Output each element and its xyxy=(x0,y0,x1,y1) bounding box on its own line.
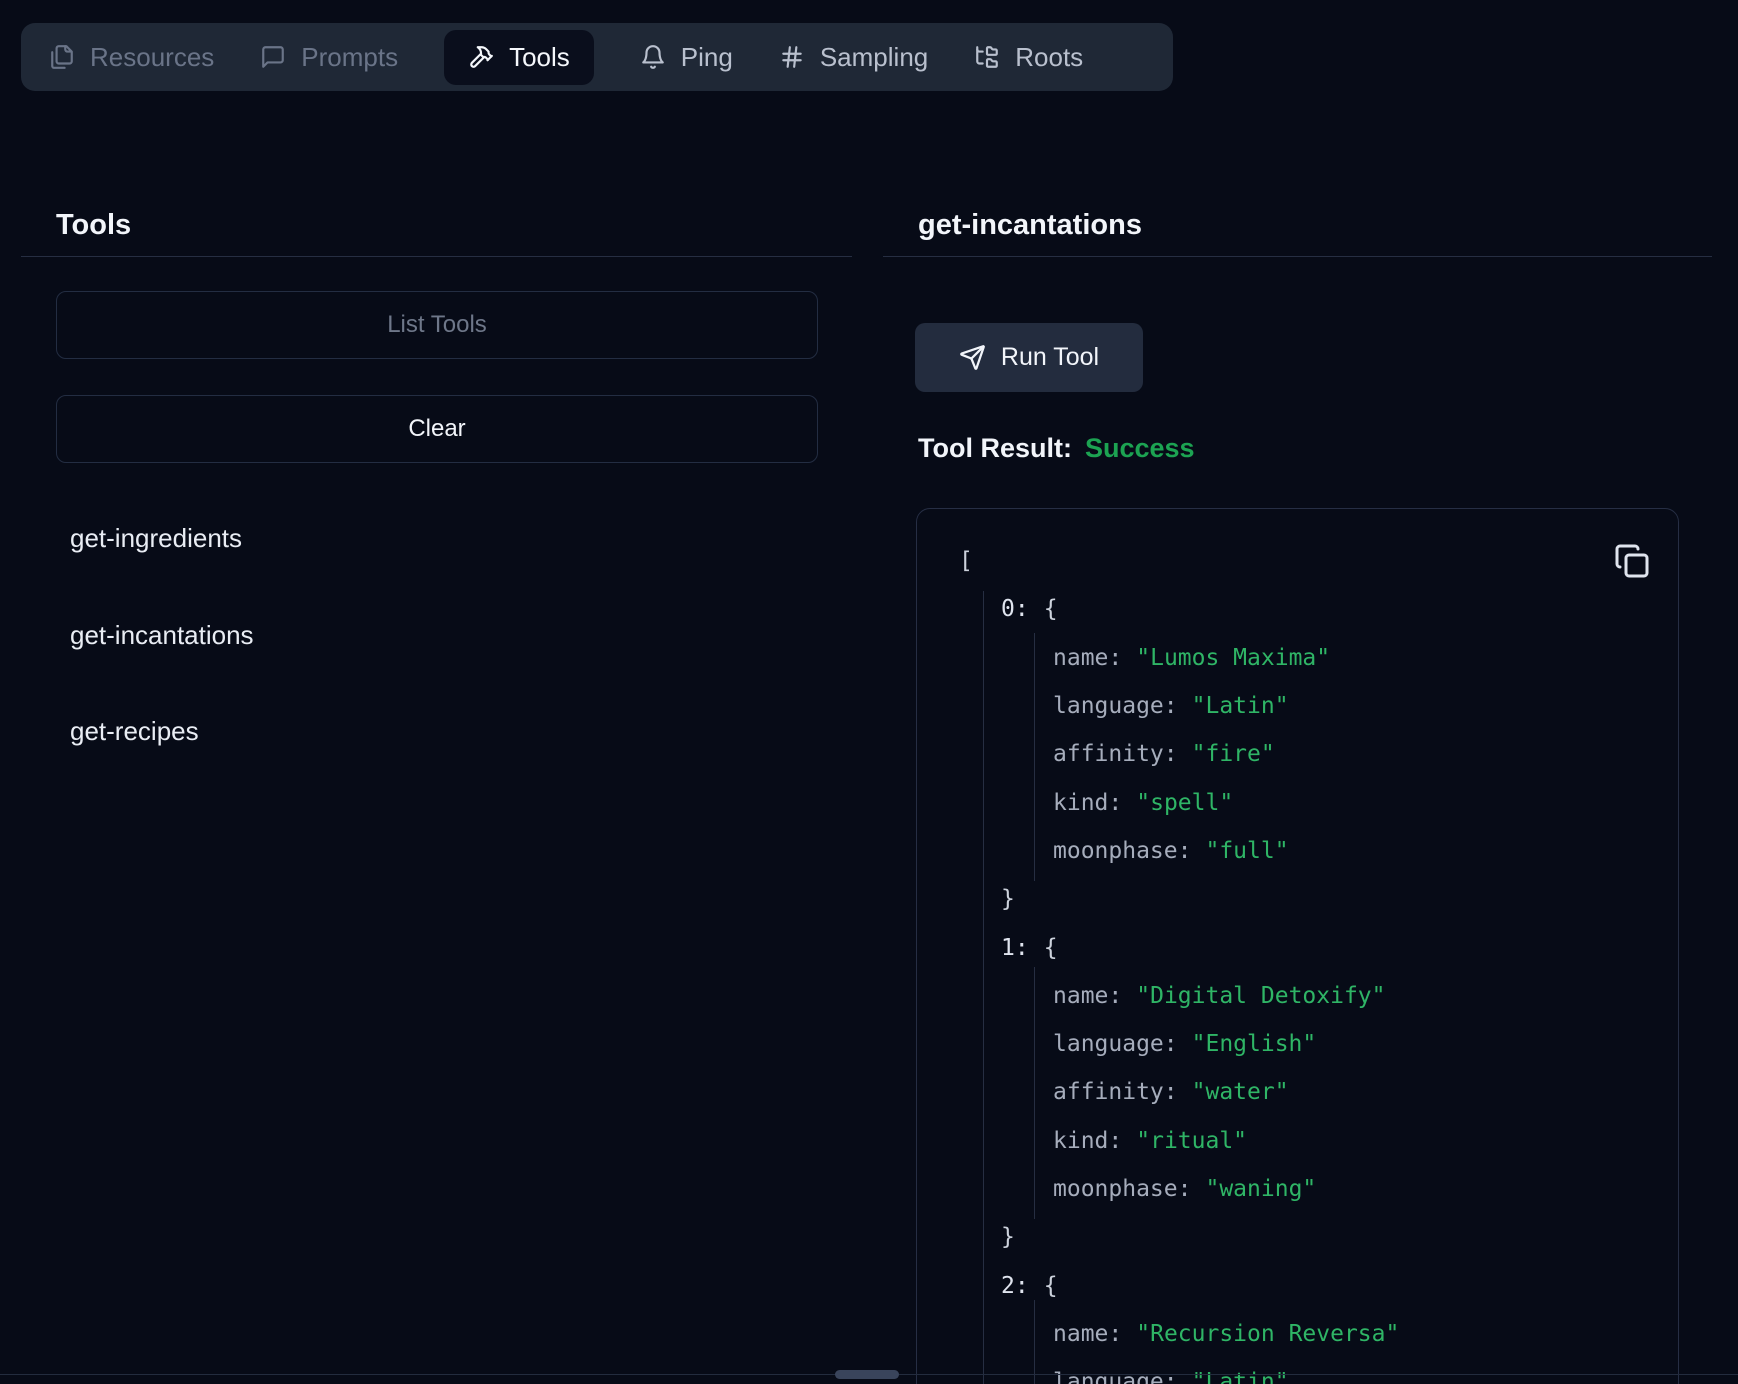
tab-label: Roots xyxy=(1015,42,1083,73)
selected-tool-title: get-incantations xyxy=(918,210,1142,241)
tab-bar: Resources Prompts Tools Ping Sampling xyxy=(21,23,1173,91)
tab-tools[interactable]: Tools xyxy=(444,30,594,85)
json-tree: [ 0:{ name:"Lumos Maxima" language:"Lati… xyxy=(959,537,1399,1384)
json-kv-row: affinity:"fire" xyxy=(959,730,1399,778)
right-panel-divider xyxy=(883,256,1712,257)
tab-roots[interactable]: Roots xyxy=(974,42,1083,73)
json-kv-row: moonphase:"waning" xyxy=(959,1165,1399,1213)
json-kv-row: name:"Digital Detoxify" xyxy=(959,972,1399,1020)
json-array-open: [ xyxy=(959,537,1399,585)
json-object-close: } xyxy=(959,1213,1399,1261)
hammer-icon xyxy=(468,44,494,70)
run-tool-button[interactable]: Run Tool xyxy=(915,323,1143,392)
tab-label: Sampling xyxy=(820,42,928,73)
tab-sampling[interactable]: Sampling xyxy=(779,42,928,73)
left-panel-divider xyxy=(21,256,852,257)
json-item-index: 1:{ xyxy=(959,923,1399,971)
tab-label: Tools xyxy=(509,42,570,73)
json-object-close: } xyxy=(959,875,1399,923)
copy-icon xyxy=(1614,543,1650,579)
json-kv-row: name:"Lumos Maxima" xyxy=(959,634,1399,682)
hash-icon xyxy=(779,44,805,70)
json-kv-row: kind:"spell" xyxy=(959,778,1399,826)
tab-prompts[interactable]: Prompts xyxy=(260,42,398,73)
json-item-index: 2:{ xyxy=(959,1261,1399,1309)
tool-list-item-get-ingredients[interactable]: get-ingredients xyxy=(70,521,242,555)
tool-result-status-badge: Success xyxy=(1085,433,1195,464)
tool-list-item-get-recipes[interactable]: get-recipes xyxy=(70,714,199,748)
message-square-icon xyxy=(260,44,286,70)
list-tools-button[interactable]: List Tools xyxy=(56,291,818,359)
tool-list-item-get-incantations[interactable]: get-incantations xyxy=(70,618,254,652)
tab-resources[interactable]: Resources xyxy=(49,42,214,73)
files-icon xyxy=(49,44,75,70)
json-kv-row: kind:"ritual" xyxy=(959,1117,1399,1165)
tab-label: Prompts xyxy=(301,42,398,73)
horizontal-scrollbar-thumb[interactable] xyxy=(835,1370,899,1379)
json-item-index: 0:{ xyxy=(959,585,1399,633)
tool-result-label: Tool Result: xyxy=(918,433,1072,464)
json-kv-row: language:"Latin" xyxy=(959,1358,1399,1384)
left-panel-title: Tools xyxy=(56,210,131,241)
tab-label: Resources xyxy=(90,42,214,73)
folder-tree-icon xyxy=(974,44,1000,70)
tool-result-line: Tool Result: Success xyxy=(918,433,1195,464)
result-json-viewer: [ 0:{ name:"Lumos Maxima" language:"Lati… xyxy=(916,508,1679,1384)
copy-button[interactable] xyxy=(1614,543,1650,579)
json-kv-row: moonphase:"full" xyxy=(959,827,1399,875)
tab-ping[interactable]: Ping xyxy=(640,42,733,73)
json-kv-row: language:"Latin" xyxy=(959,682,1399,730)
tab-label: Ping xyxy=(681,42,733,73)
send-icon xyxy=(959,344,986,371)
json-kv-row: name:"Recursion Reversa" xyxy=(959,1310,1399,1358)
run-tool-label: Run Tool xyxy=(1001,343,1099,372)
json-kv-row: language:"English" xyxy=(959,1020,1399,1068)
clear-button[interactable]: Clear xyxy=(56,395,818,463)
bell-icon xyxy=(640,44,666,70)
json-kv-row: affinity:"water" xyxy=(959,1068,1399,1116)
app-window: Resources Prompts Tools Ping Sampling xyxy=(0,0,1738,1384)
